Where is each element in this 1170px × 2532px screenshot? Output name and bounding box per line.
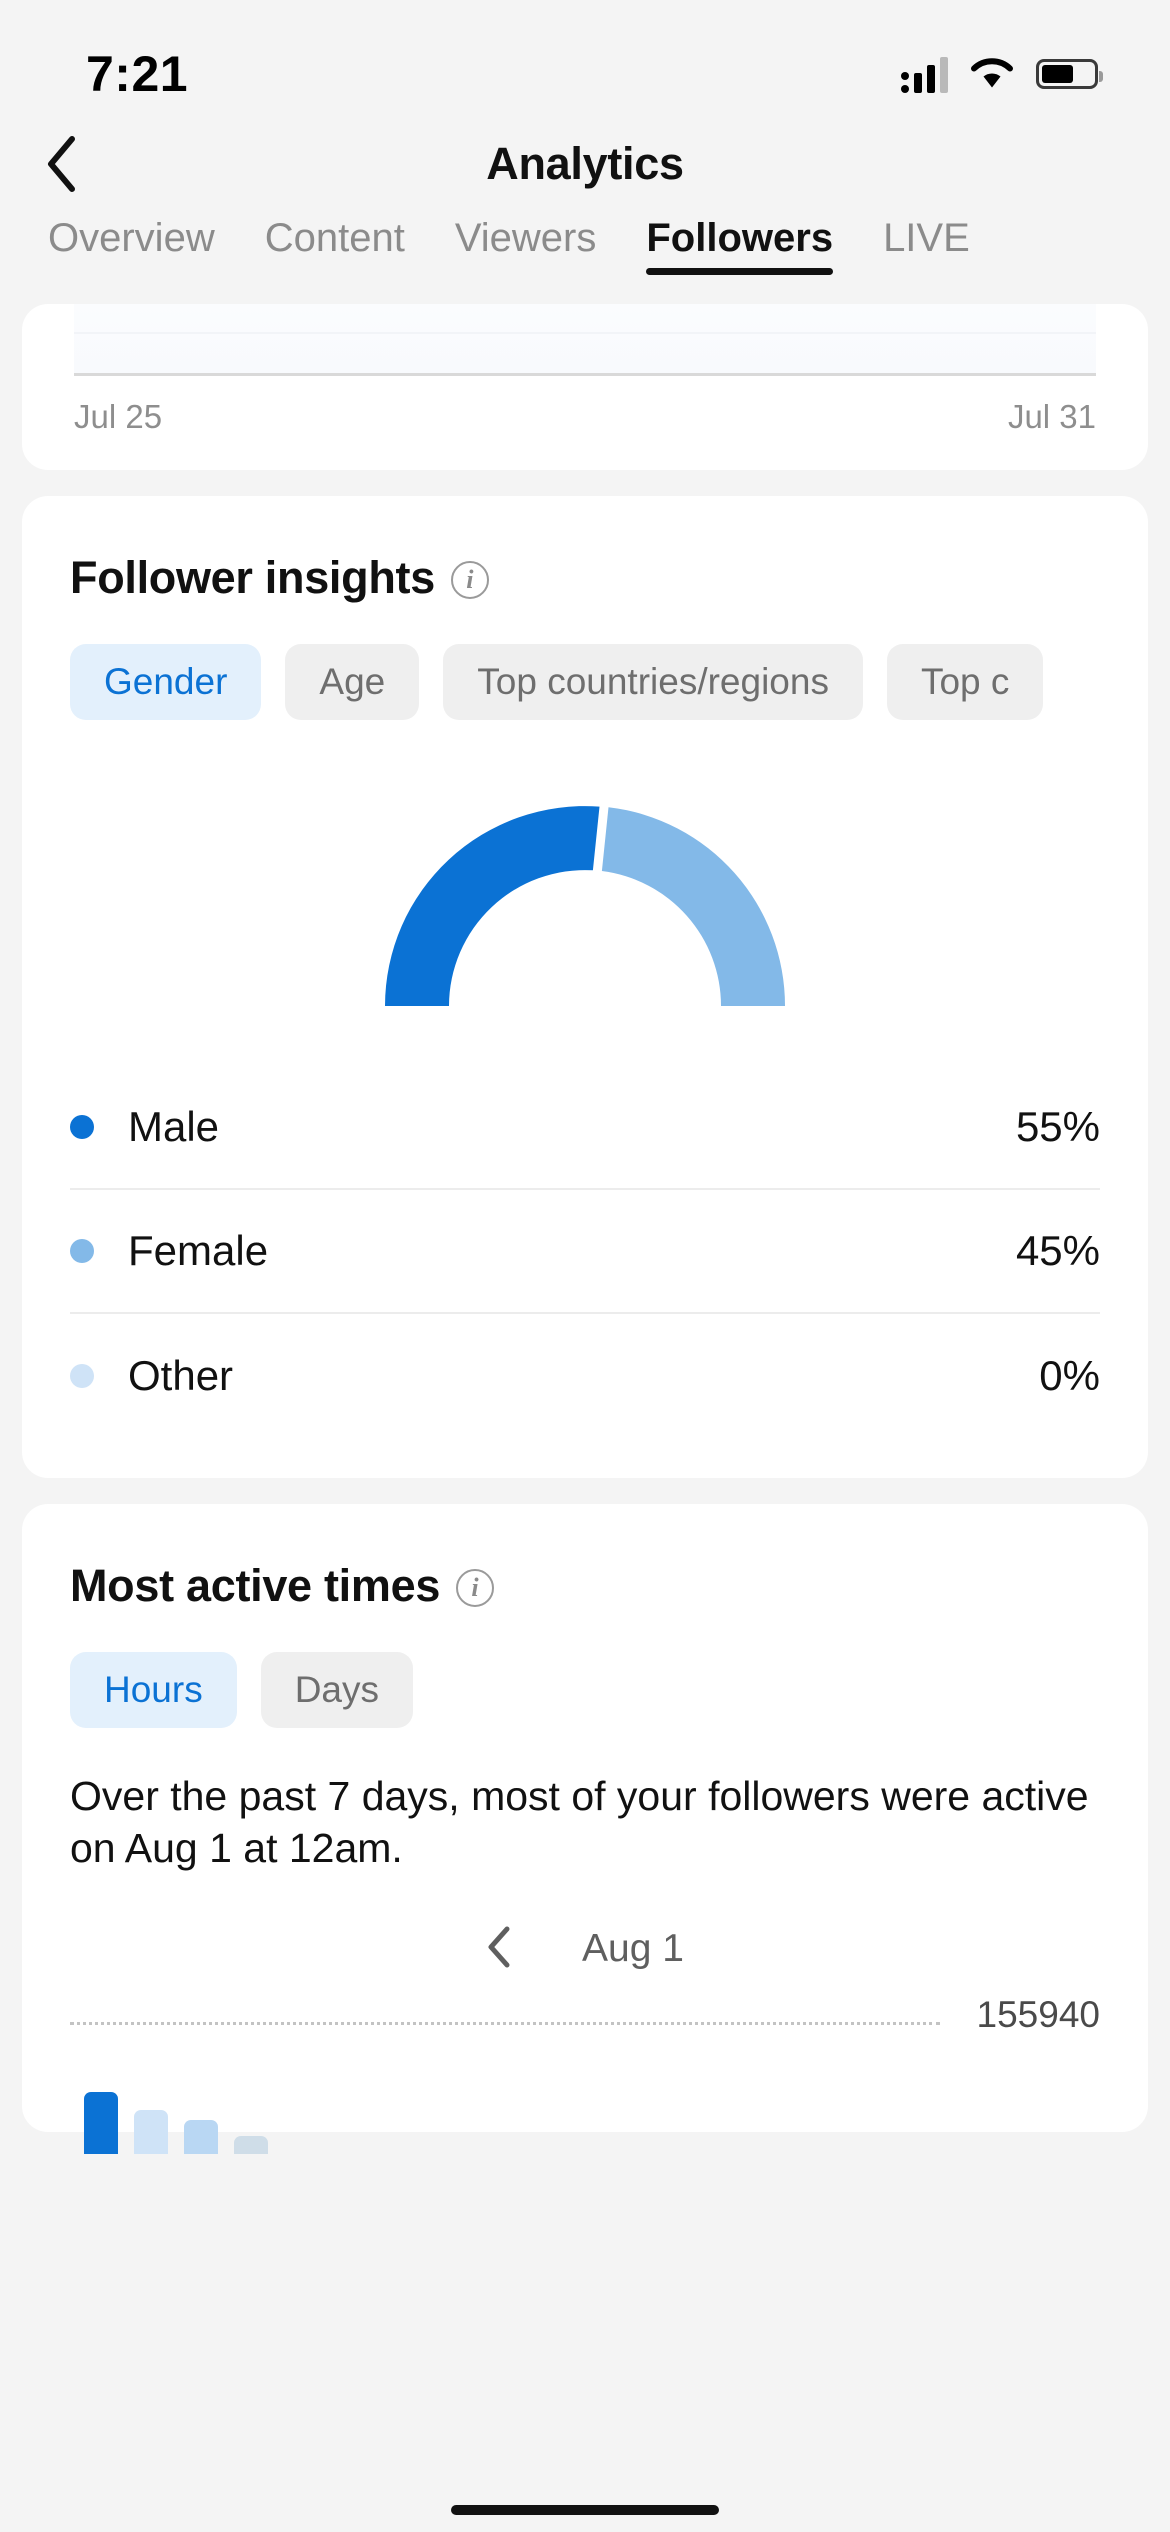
legend-label-female: Female [128,1227,269,1274]
previous-day-button[interactable] [486,1925,512,1974]
follower-insights-card: Follower insights i Gender Age Top count… [22,496,1148,1478]
tab-overview[interactable]: Overview [48,210,215,261]
chart-gridline-label: 155940 [976,1993,1100,2035]
date-navigator: Aug 1 [22,1875,1148,1982]
status-bar: 7:21 [0,0,1170,118]
info-circle-icon[interactable]: i [456,1569,495,1607]
follower-trend-chart [74,304,1096,376]
chart-bars [84,2054,268,2154]
chevron-left-icon [48,136,75,192]
chip-days[interactable]: Days [260,1652,414,1728]
follower-trend-axis: Jul 25 Jul 31 [74,398,1096,436]
tab-followers[interactable]: Followers [646,210,833,275]
axis-label-start: Jul 25 [74,398,163,435]
legend-dot-male [70,1115,94,1139]
follower-trend-card: Jul 25 Jul 31 [22,304,1148,470]
home-indicator[interactable] [451,2505,719,2515]
legend-row-female: Female 45% [70,1190,1100,1314]
most-active-times-description: Over the past 7 days, most of your follo… [70,1773,1089,1872]
legend-label-male: Male [128,1103,220,1150]
phone-screen: 7:21 Analytics Overview Content Viewers … [0,0,1170,2532]
donut-slice-female [601,807,786,1006]
chip-hours[interactable]: Hours [70,1652,237,1728]
scroll-content[interactable]: Jul 25 Jul 31 Follower insights i Gender… [0,304,1170,2488]
tab-viewers[interactable]: Viewers [455,210,597,261]
chart-bar [84,2091,118,2154]
most-active-times-card: Most active times i Hours Days Over the … [22,1504,1148,2154]
analytics-tab-bar: Overview Content Viewers Followers LIVE [0,210,1170,304]
follower-insights-title: Follower insights [70,552,435,603]
legend-value-male: 55% [1015,1103,1100,1150]
chart-bar [134,2109,168,2154]
chart-bar [234,2135,268,2154]
follower-insights-chip-row[interactable]: Gender Age Top countries/regions Top c [22,604,1148,720]
back-button[interactable] [26,129,96,199]
chip-top-countries-regions[interactable]: Top countries/regions [443,644,863,720]
legend-row-male: Male 55% [70,1066,1100,1190]
chip-top-cities[interactable]: Top c [886,644,1044,720]
date-label: Aug 1 [582,1927,684,1971]
most-active-times-header: Most active times i [22,1504,1148,1612]
most-active-times-title: Most active times [70,1560,441,1611]
info-circle-icon[interactable]: i [450,561,489,599]
legend-dot-female [70,1239,94,1263]
battery-icon [1036,59,1103,89]
most-active-times-chip-row[interactable]: Hours Days [22,1612,1148,1728]
legend-value-other: 0% [1039,1352,1100,1399]
chip-gender[interactable]: Gender [70,644,262,720]
home-indicator-area [0,2488,1170,2532]
wifi-icon [970,57,1014,91]
status-bar-time: 7:21 [86,46,189,102]
chevron-left-icon [488,1926,510,1968]
legend-value-female: 45% [1015,1227,1100,1274]
navigation-bar: Analytics [0,118,1170,210]
donut-slice-male [385,806,600,1006]
tab-live[interactable]: LIVE [883,210,970,261]
chart-gridline [70,2021,940,2025]
gender-legend: Male 55% Female 45% Other 0% [22,1030,1148,1478]
legend-dot-other [70,1364,94,1388]
legend-label-other: Other [128,1352,234,1399]
axis-label-end: Jul 31 [1007,398,1096,435]
chart-bar [184,2119,218,2154]
follower-insights-header: Follower insights i [22,496,1148,604]
page-title: Analytics [486,138,684,189]
hourly-activity-chart: 155940 [70,1982,1100,2154]
gender-donut-chart [22,720,1148,1030]
cellular-signal-icon [901,55,948,93]
legend-row-other: Other 0% [70,1314,1100,1438]
status-bar-icons [901,55,1103,93]
chip-age[interactable]: Age [285,644,420,720]
tab-content[interactable]: Content [265,210,405,261]
